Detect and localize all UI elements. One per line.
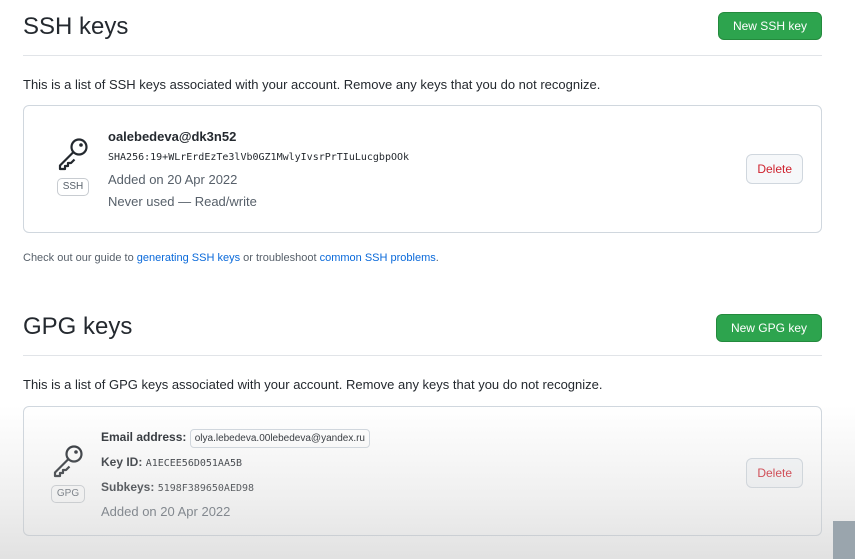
ssh-key-fingerprint: SHA256:19+WLrErdEzTe3lVb0GZ1MwlyIvsrPrTI… — [108, 152, 410, 163]
ssh-guide-text: Check out our guide to generating SSH ke… — [23, 252, 439, 264]
new-ssh-key-button[interactable]: New SSH key — [717, 12, 822, 40]
ssh-description: This is a list of SSH keys associated wi… — [23, 77, 601, 92]
gpg-key-icon-group: GPG — [47, 443, 89, 503]
ssh-key-item: SSH oalebedeva@dk3n52 SHA256:19+WLrErdEz… — [23, 105, 822, 233]
ssh-key-usage: Never used — Read/write — [108, 194, 257, 209]
guide-prefix: Check out our guide to — [23, 252, 137, 264]
ssh-keys-heading: SSH keys — [23, 13, 129, 40]
ssh-key-added-date: Added on 20 Apr 2022 — [108, 172, 238, 187]
ssh-section-header: SSH keys New SSH key — [23, 12, 822, 56]
gpg-subkeys-row: Subkeys: 5198F389650AED98 — [101, 475, 370, 500]
gpg-type-label: GPG — [50, 485, 86, 503]
gpg-key-details: Email address: olya.lebedeva.00lebedeva@… — [101, 425, 370, 522]
gpg-keyid-value: A1ECEE56D051AA5B — [145, 458, 243, 469]
key-icon — [52, 136, 94, 172]
gpg-section-header: GPG keys New GPG key — [23, 312, 822, 356]
gpg-email-row: Email address: olya.lebedeva.00lebedeva@… — [101, 425, 370, 450]
gpg-subkeys-label: Subkeys: — [101, 480, 155, 494]
ssh-type-label: SSH — [56, 178, 90, 196]
delete-ssh-key-button[interactable]: Delete — [746, 154, 803, 184]
guide-suffix: . — [435, 252, 439, 264]
ssh-key-details: oalebedeva@dk3n52 SHA256:19+WLrErdEzTe3l… — [108, 128, 409, 212]
generating-ssh-keys-link[interactable]: generating SSH keys — [137, 252, 240, 264]
gpg-key-item: GPG Email address: olya.lebedeva.00lebed… — [23, 406, 822, 536]
ssh-key-icon-group: SSH — [52, 136, 94, 196]
gpg-keyid-label: Key ID: — [101, 455, 143, 469]
new-gpg-key-button[interactable]: New GPG key — [715, 314, 822, 342]
gpg-subkeys-value: 5198F389650AED98 — [157, 483, 255, 494]
gpg-keys-heading: GPG keys — [23, 313, 133, 340]
gpg-email-label: Email address: — [101, 430, 187, 444]
gpg-description: This is a list of GPG keys associated wi… — [23, 377, 603, 392]
ssh-key-title: oalebedeva@dk3n52 — [108, 129, 237, 144]
delete-gpg-key-button[interactable]: Delete — [746, 458, 803, 488]
gpg-keyid-row: Key ID: A1ECEE56D051AA5B — [101, 450, 370, 475]
corner-tab — [833, 521, 855, 559]
common-ssh-problems-link[interactable]: common SSH problems — [320, 252, 436, 264]
key-icon — [47, 443, 89, 479]
guide-middle: or troubleshoot — [240, 252, 320, 264]
gpg-email-chip: olya.lebedeva.00lebedeva@yandex.ru — [189, 429, 370, 448]
gpg-key-added-date: Added on 20 Apr 2022 — [101, 504, 231, 519]
